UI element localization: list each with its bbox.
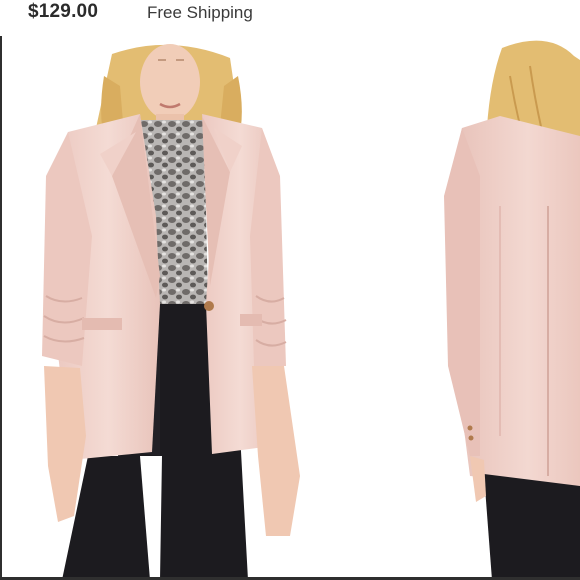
price-label: $129.00 — [28, 1, 99, 22]
product-image[interactable] — [0, 36, 580, 580]
product-photo-illustration — [0, 36, 580, 580]
listing-header: $129.00 Free Shipping — [0, 0, 580, 36]
back-view-model — [444, 40, 580, 580]
front-view-model — [42, 44, 300, 580]
shipping-label: Free Shipping — [147, 3, 253, 22]
